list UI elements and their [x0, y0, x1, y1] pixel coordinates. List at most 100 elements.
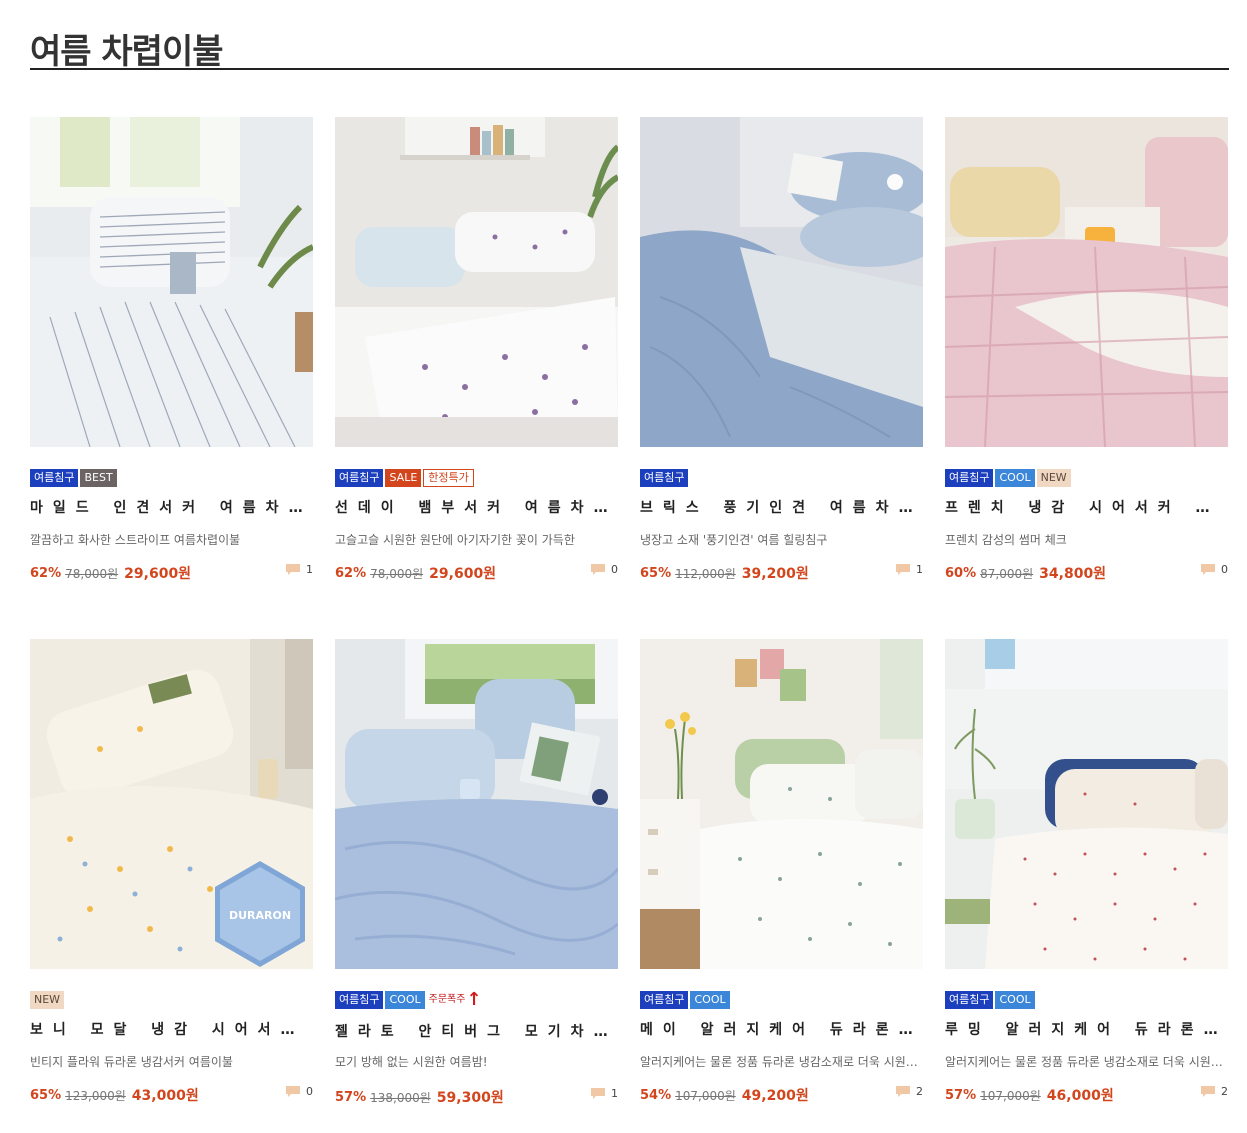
- comment-icon: [1201, 1086, 1215, 1097]
- sale-price: 59,300원: [436, 1090, 504, 1106]
- product-name[interactable]: 브릭스 풍기인견 여름차렵이불: [640, 497, 923, 517]
- product-desc: 모기 방해 없는 시원한 여름밤!: [335, 1055, 488, 1069]
- comment-count[interactable]: 0: [1201, 563, 1228, 576]
- comment-count[interactable]: 0: [591, 563, 618, 576]
- product-card[interactable]: 여름침구 COOL 루밍 알러지케어 듀라론 냉감이불 알러지케어는 물론 정품…: [945, 639, 1228, 1104]
- product-image[interactable]: DURARON: [30, 639, 313, 969]
- original-price: 107,000원: [675, 1088, 736, 1103]
- badge-sale: SALE: [385, 469, 422, 487]
- product-image[interactable]: [335, 639, 618, 969]
- sale-price: 43,000원: [131, 1088, 199, 1104]
- section-title: 여름 차렵이불: [30, 32, 224, 72]
- original-price: 112,000원: [675, 566, 736, 581]
- comment-icon: [591, 1088, 605, 1099]
- discount-rate: 62%: [30, 565, 62, 581]
- product-name[interactable]: 마일드 인견서커 여름차렵이불: [30, 497, 313, 517]
- original-price: 87,000원: [980, 566, 1034, 581]
- sale-price: 46,000원: [1046, 1088, 1114, 1104]
- product-desc: 알러지케어는 물론 정품 듀라론 냉감소재로 더욱 시원하게: [945, 1055, 1228, 1069]
- badge-cool: COOL: [995, 991, 1035, 1009]
- product-card[interactable]: 여름침구 COOL 메이 알러지케어 듀라론 냉감이불 알러지케어는 물론 정품…: [640, 639, 923, 1104]
- original-price: 78,000원: [65, 566, 119, 581]
- comment-count[interactable]: 2: [896, 1085, 923, 1098]
- product-card[interactable]: 여름침구 SALE 한정특가 선데이 뱀부서커 여름차렵이불 고슬고슬 시원한 …: [335, 117, 618, 582]
- badge-hot-seller: 주문폭주 ↑: [427, 991, 484, 1009]
- badge-new: NEW: [1036, 469, 1071, 487]
- badge-cool: COOL: [385, 991, 425, 1009]
- price-row: 54% 107,000원 49,200원 2: [640, 1085, 923, 1105]
- product-desc: 빈티지 플라워 듀라론 냉감서커 여름이불: [30, 1055, 233, 1069]
- sale-price: 29,600원: [429, 566, 497, 582]
- discount-rate: 65%: [30, 1087, 62, 1103]
- badge-season: 여름침구: [945, 469, 994, 487]
- title-divider: [30, 68, 1229, 70]
- product-desc: 알러지케어는 물론 정품 듀라론 냉감소재로 더욱 시원하게: [640, 1055, 923, 1069]
- product-name[interactable]: 메이 알러지케어 듀라론 냉감이불: [640, 1019, 923, 1039]
- product-card[interactable]: 여름침구 COOL NEW 프렌치 냉감 시어서커 차렵이불 프렌치 감성의 썸…: [945, 117, 1228, 582]
- product-image[interactable]: [640, 117, 923, 447]
- price-row: 60% 87,000원 34,800원 0: [945, 563, 1228, 583]
- discount-rate: 62%: [335, 565, 367, 581]
- badge-group: 여름침구 COOL: [945, 991, 1035, 1009]
- product-image[interactable]: [945, 117, 1228, 447]
- duraron-tag-text: DURARON: [229, 909, 291, 922]
- original-price: 107,000원: [980, 1088, 1041, 1103]
- badge-season: 여름침구: [945, 991, 994, 1009]
- price-row: 57% 138,000원 59,300원 1: [335, 1087, 618, 1107]
- product-desc: 고슬고슬 시원한 원단에 아기자기한 꽃이 가득한: [335, 533, 575, 547]
- comment-count[interactable]: 1: [286, 563, 313, 576]
- comment-count[interactable]: 1: [591, 1087, 618, 1100]
- product-image[interactable]: [640, 639, 923, 969]
- product-name[interactable]: 루밍 알러지케어 듀라론 냉감이불: [945, 1019, 1228, 1039]
- product-name[interactable]: 선데이 뱀부서커 여름차렵이불: [335, 497, 618, 517]
- price-row: 62% 78,000원 29,600원 0: [335, 563, 618, 583]
- comment-count-value: 0: [306, 1085, 313, 1098]
- badge-season: 여름침구: [335, 991, 384, 1009]
- original-price: 138,000원: [370, 1090, 431, 1105]
- product-card[interactable]: 여름침구 COOL 주문폭주↑ 젤라토 안티버그 모기차단 냉감이불 모기 방해…: [335, 639, 618, 1106]
- price-row: 65% 112,000원 39,200원 1: [640, 563, 923, 583]
- product-name[interactable]: 프렌치 냉감 시어서커 차렵이불: [945, 497, 1228, 517]
- product-image[interactable]: [30, 117, 313, 447]
- sale-price: 39,200원: [741, 566, 809, 582]
- badge-cool: COOL: [995, 469, 1035, 487]
- badge-group: 여름침구 COOL 주문폭주 ↑: [335, 991, 484, 1009]
- comment-count-value: 2: [916, 1085, 923, 1098]
- comment-icon: [1201, 564, 1215, 575]
- badge-group: 여름침구 BEST: [30, 469, 117, 487]
- badge-season: 여름침구: [640, 991, 689, 1009]
- comment-icon: [896, 1086, 910, 1097]
- comment-icon: [896, 564, 910, 575]
- product-desc: 프렌치 감성의 썸머 체크: [945, 533, 1067, 547]
- price-row: 57% 107,000원 46,000원 2: [945, 1085, 1228, 1105]
- product-desc: 깔끔하고 화사한 스트라이프 여름차렵이불: [30, 533, 241, 547]
- badge-new: NEW: [30, 991, 65, 1009]
- product-image[interactable]: [945, 639, 1228, 969]
- product-name[interactable]: 보니 모달 냉감 시어서커 차렵이불: [30, 1019, 313, 1039]
- comment-count[interactable]: 0: [286, 1085, 313, 1098]
- product-name[interactable]: 젤라토 안티버그 모기차단 냉감이불: [335, 1021, 618, 1041]
- product-card[interactable]: DURARON NEW 보니 모달 냉감 시어서커 차렵이불 빈티지 플라워 듀…: [30, 639, 313, 1104]
- product-image[interactable]: [335, 117, 618, 447]
- discount-rate: 57%: [945, 1087, 977, 1103]
- price-row: 65% 123,000원 43,000원 0: [30, 1085, 313, 1105]
- badge-group: 여름침구 SALE 한정특가: [335, 469, 474, 487]
- comment-count[interactable]: 1: [896, 563, 923, 576]
- comment-count-value: 1: [306, 563, 313, 576]
- product-card[interactable]: 여름침구 BEST 마일드 인견서커 여름차렵이불 깔끔하고 화사한 스트라이프…: [30, 117, 313, 582]
- comment-count[interactable]: 2: [1201, 1085, 1228, 1098]
- original-price: 78,000원: [370, 566, 424, 581]
- arrow-up-icon: ↑: [466, 989, 482, 1010]
- badge-cool: COOL: [690, 991, 730, 1009]
- badge-group: 여름침구: [640, 469, 689, 487]
- comment-icon: [591, 564, 605, 575]
- badge-season: 여름침구: [30, 469, 79, 487]
- discount-rate: 60%: [945, 565, 977, 581]
- sale-price: 34,800원: [1039, 566, 1107, 582]
- comment-count-value: 0: [611, 563, 618, 576]
- comment-count-value: 1: [916, 563, 923, 576]
- product-card[interactable]: 여름침구 브릭스 풍기인견 여름차렵이불 냉장고 소재 '풍기인견' 여름 힐링…: [640, 117, 923, 582]
- comment-count-value: 2: [1221, 1085, 1228, 1098]
- badge-season: 여름침구: [335, 469, 384, 487]
- badge-group: 여름침구 COOL: [640, 991, 730, 1009]
